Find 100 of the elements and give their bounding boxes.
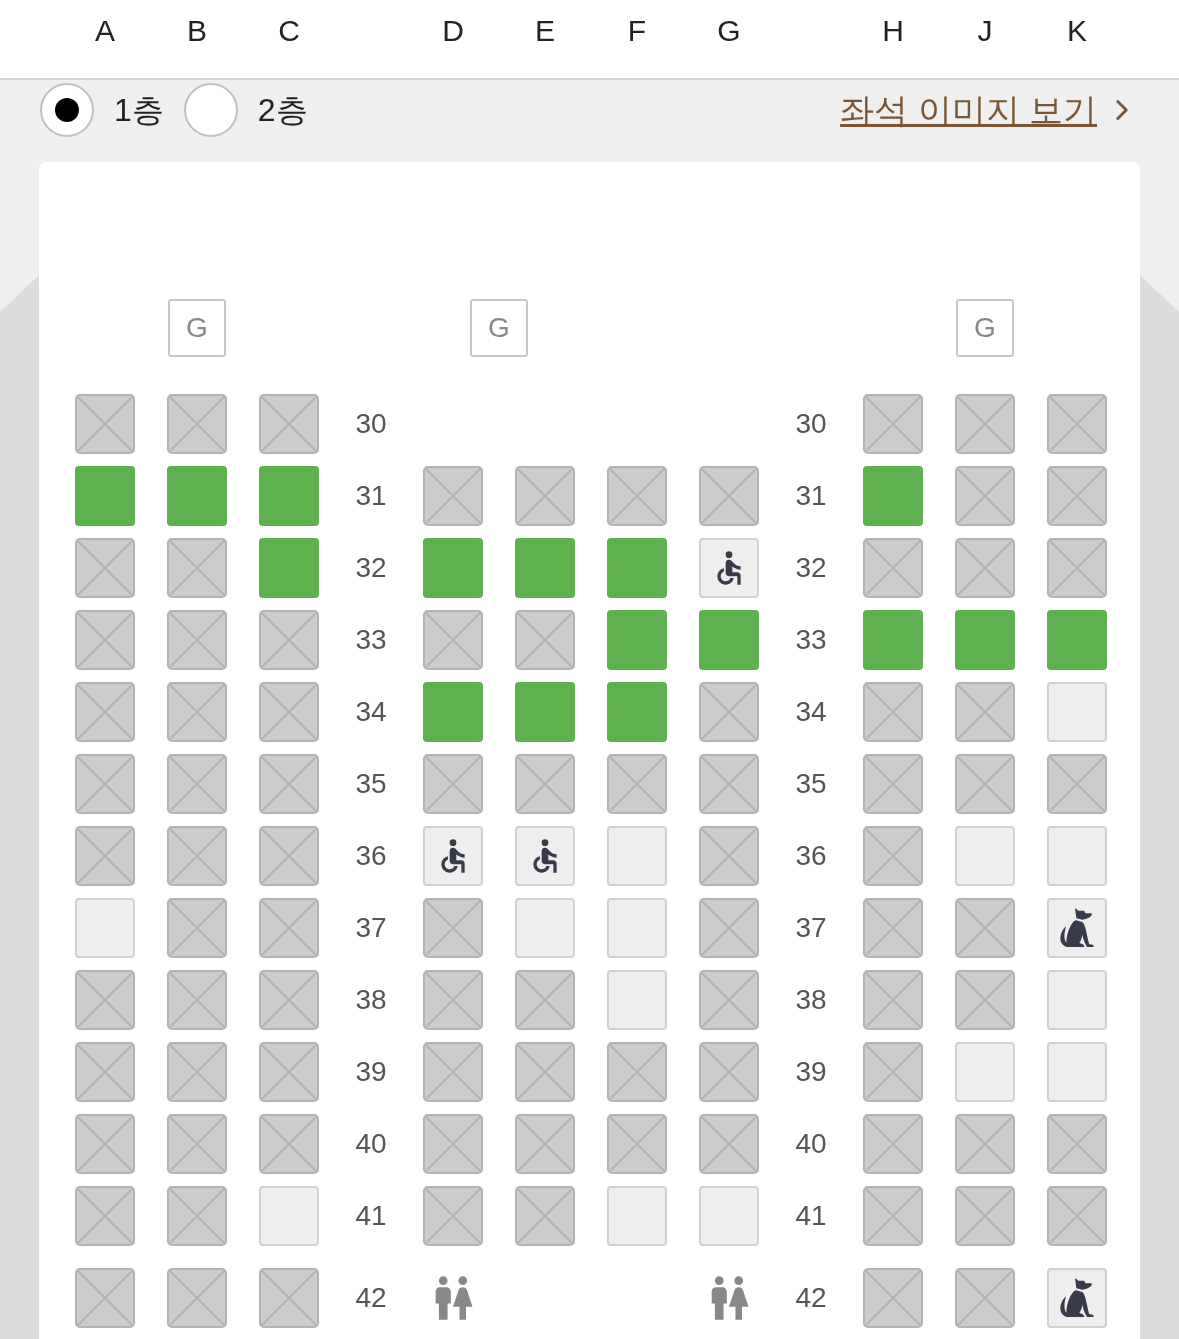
column-letter: D: [441, 12, 465, 49]
galley-label: G: [470, 299, 528, 357]
column-letter: F: [626, 12, 648, 49]
available-seat[interactable]: [607, 682, 667, 742]
row-number: 38: [795, 983, 827, 1017]
row-number: 31: [795, 479, 827, 513]
column-letter: J: [976, 12, 994, 49]
column-letter: E: [534, 12, 556, 49]
sold-seat: [423, 1114, 483, 1174]
sold-seat: [75, 970, 135, 1030]
sold-seat: [515, 1042, 575, 1102]
sold-seat: [167, 394, 227, 454]
row-number: 42: [355, 1281, 387, 1315]
available-seat[interactable]: [955, 610, 1015, 670]
sold-seat: [955, 1114, 1015, 1174]
sold-seat: [515, 466, 575, 526]
sold-seat: [1047, 394, 1107, 454]
available-seat[interactable]: [863, 466, 923, 526]
empty-seat: [955, 826, 1015, 886]
available-seat[interactable]: [607, 610, 667, 670]
deck-label: 2층: [257, 91, 308, 130]
sold-seat: [955, 754, 1015, 814]
sold-seat: [75, 682, 135, 742]
sold-seat: [259, 1268, 319, 1328]
empty-seat: [259, 1186, 319, 1246]
empty-seat: [1047, 970, 1107, 1030]
sold-seat: [863, 970, 923, 1030]
row-number: 36: [795, 839, 827, 873]
row-number: 41: [795, 1199, 827, 1233]
row-number: 39: [355, 1055, 387, 1089]
sold-seat: [863, 538, 923, 598]
sold-seat: [955, 1268, 1015, 1328]
empty-seat: [1047, 1042, 1107, 1102]
sold-seat: [515, 1186, 575, 1246]
available-seat[interactable]: [515, 538, 575, 598]
sold-seat: [75, 610, 135, 670]
row-number: 42: [795, 1281, 827, 1315]
sold-seat: [1047, 1114, 1107, 1174]
sold-seat: [955, 898, 1015, 958]
available-seat[interactable]: [259, 466, 319, 526]
sold-seat: [259, 1042, 319, 1102]
column-letter: H: [881, 12, 905, 49]
available-seat[interactable]: [423, 538, 483, 598]
sold-seat: [1047, 1186, 1107, 1246]
sold-seat: [75, 754, 135, 814]
sold-seat: [699, 754, 759, 814]
sold-seat: [1047, 538, 1107, 598]
available-seat[interactable]: [1047, 610, 1107, 670]
sold-seat: [863, 826, 923, 886]
available-seat[interactable]: [863, 610, 923, 670]
sold-seat: [167, 826, 227, 886]
available-seat[interactable]: [607, 538, 667, 598]
radio-button[interactable]: [40, 83, 94, 137]
sold-seat: [259, 970, 319, 1030]
sold-seat: [955, 682, 1015, 742]
sold-seat: [863, 682, 923, 742]
sold-seat: [75, 538, 135, 598]
available-seat[interactable]: [167, 466, 227, 526]
sold-seat: [863, 754, 923, 814]
empty-seat: [699, 1186, 759, 1246]
column-letter: B: [186, 12, 208, 49]
seat-image-link[interactable]: 좌석 이미지 보기: [840, 84, 1139, 136]
radio-button[interactable]: [183, 83, 238, 137]
row-number: 33: [795, 623, 827, 657]
sold-seat: [423, 1042, 483, 1102]
empty-seat: [607, 970, 667, 1030]
sold-seat: [423, 754, 483, 814]
row-number: 40: [355, 1127, 387, 1161]
sold-seat: [423, 466, 483, 526]
sold-seat: [423, 898, 483, 958]
sold-seat: [423, 970, 483, 1030]
row-number: 36: [355, 839, 387, 873]
sold-seat: [167, 1042, 227, 1102]
row-number: 37: [355, 911, 387, 945]
available-seat[interactable]: [259, 538, 319, 598]
sold-seat: [75, 394, 135, 454]
available-seat[interactable]: [699, 610, 759, 670]
sold-seat: [259, 826, 319, 886]
sold-seat: [259, 1114, 319, 1174]
empty-seat: [607, 898, 667, 958]
sold-seat: [1047, 754, 1107, 814]
sold-seat: [607, 1114, 667, 1174]
empty-seat: [1047, 682, 1107, 742]
available-seat[interactable]: [423, 682, 483, 742]
row-number: 30: [355, 407, 387, 441]
sold-seat: [75, 1114, 135, 1174]
row-number: 33: [355, 623, 387, 657]
row-number: 39: [795, 1055, 827, 1089]
sold-seat: [167, 610, 227, 670]
empty-seat: [607, 826, 667, 886]
row-number: 37: [795, 911, 827, 945]
sold-seat: [75, 1186, 135, 1246]
sold-seat: [515, 610, 575, 670]
available-seat[interactable]: [75, 466, 135, 526]
available-seat[interactable]: [515, 682, 575, 742]
row-number: 32: [355, 551, 387, 585]
sold-seat: [167, 970, 227, 1030]
sold-seat: [607, 466, 667, 526]
sold-seat: [699, 970, 759, 1030]
sold-seat: [699, 1042, 759, 1102]
